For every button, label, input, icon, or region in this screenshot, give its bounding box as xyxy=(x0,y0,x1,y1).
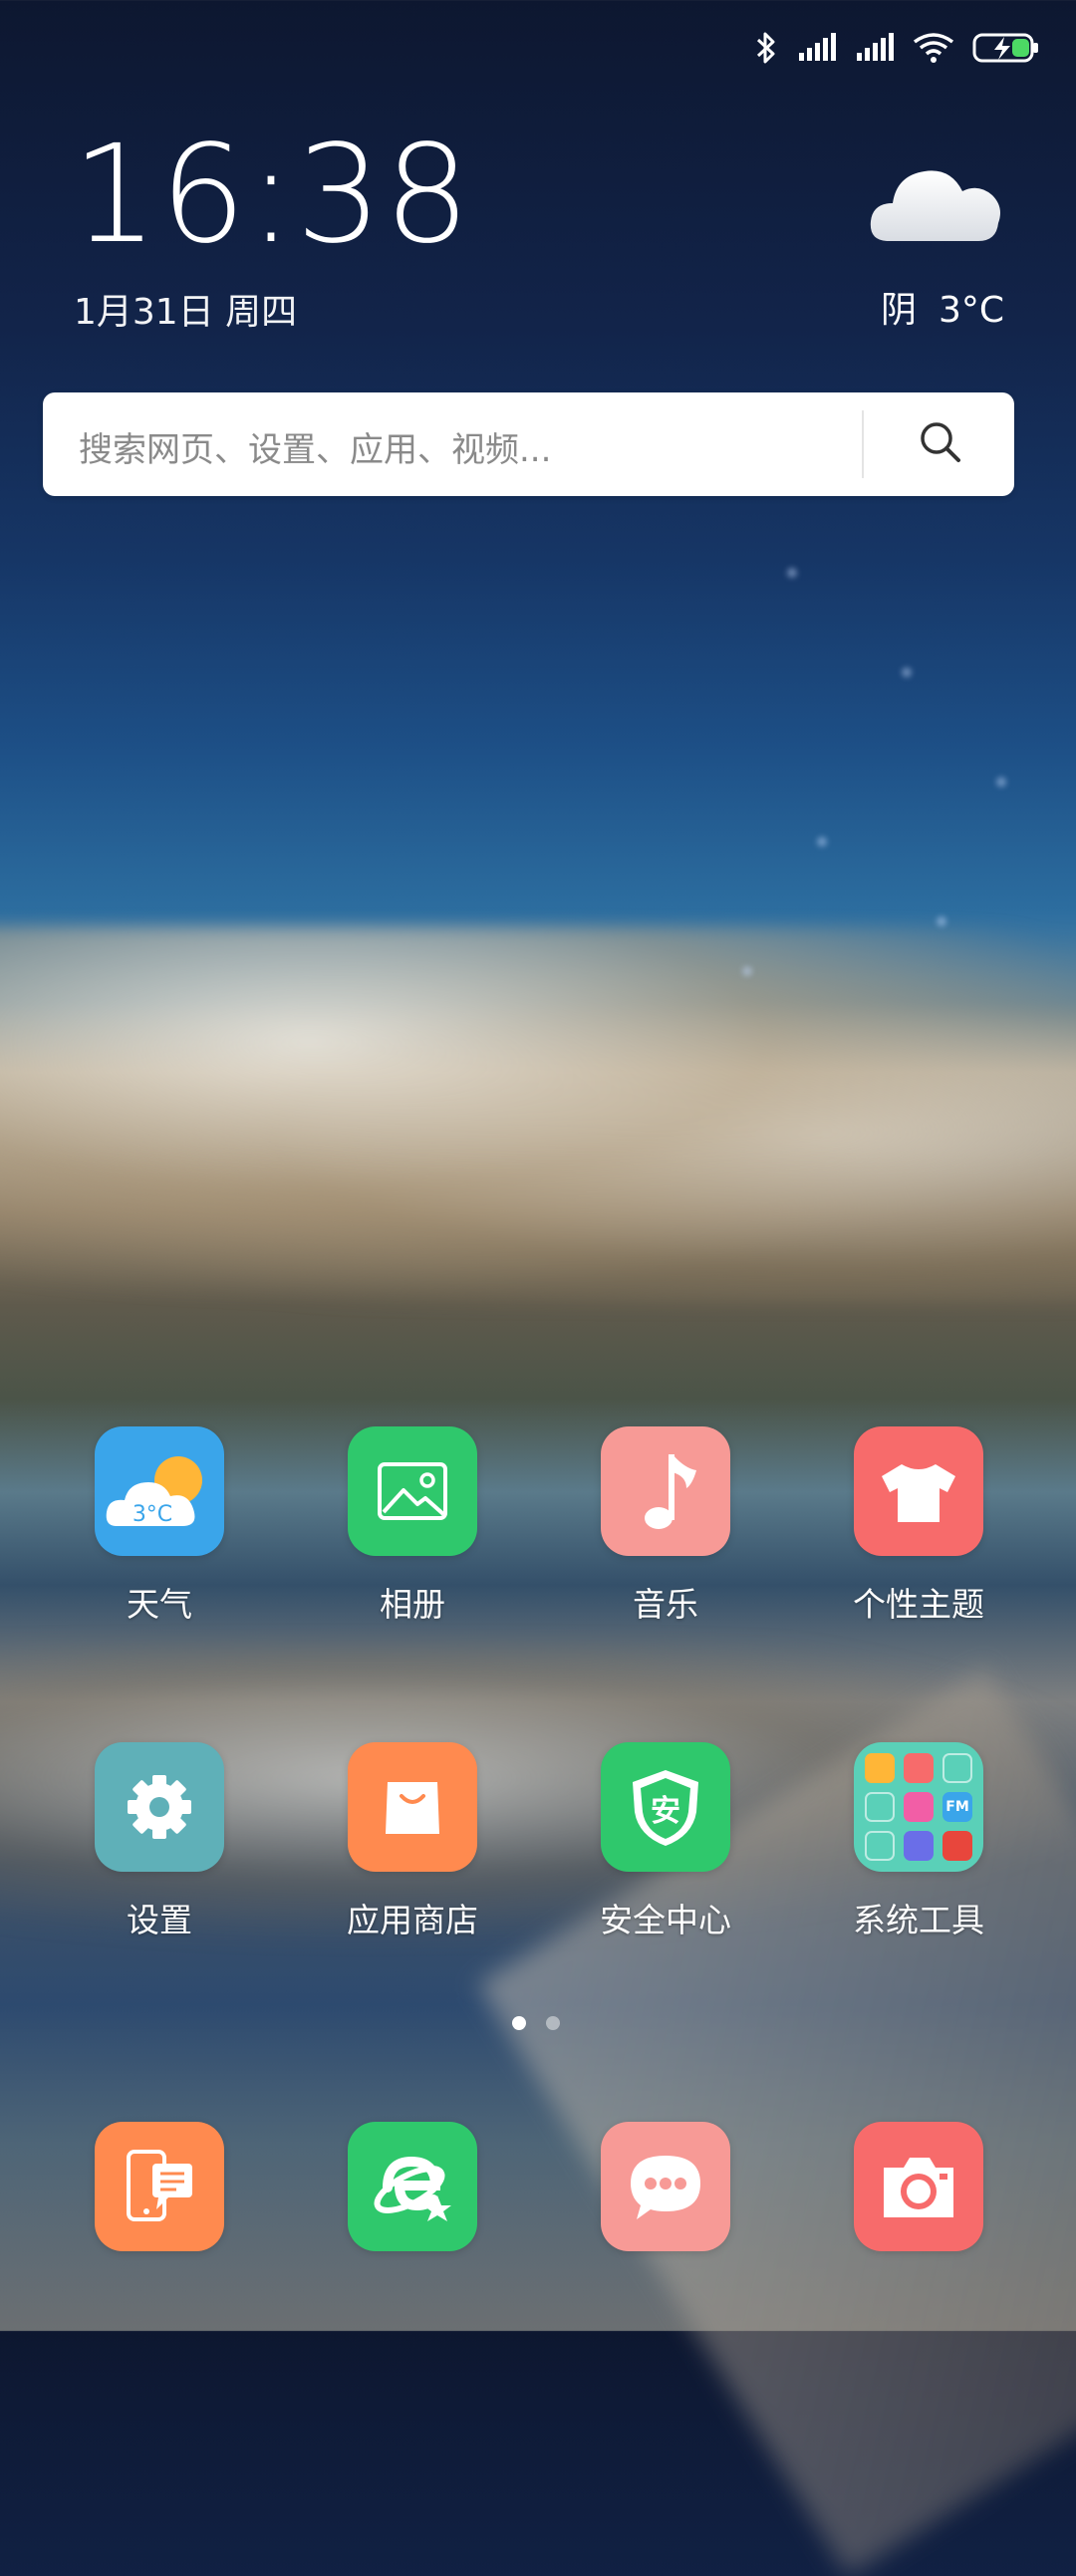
app-music[interactable]: 音乐 xyxy=(566,1426,765,1626)
app-gallery[interactable]: 相册 xyxy=(313,1426,512,1626)
app-theme[interactable]: 个性主题 xyxy=(819,1426,1018,1626)
app-store-icon xyxy=(348,1742,477,1872)
settings-icon xyxy=(95,1742,224,1872)
search-icon xyxy=(919,420,962,468)
security-icon: 安 xyxy=(601,1742,730,1872)
wallpaper-star xyxy=(937,916,946,926)
app-folder-system-tools[interactable]: FM 系统工具 xyxy=(819,1742,1018,1941)
wallpaper-star xyxy=(996,777,1006,787)
mini-app-icon: FM xyxy=(942,1792,972,1822)
bluetooth-icon xyxy=(753,30,779,66)
app-label: 相册 xyxy=(380,1585,445,1624)
gallery-icon xyxy=(348,1426,477,1556)
wifi-icon xyxy=(913,32,954,64)
wallpaper-star xyxy=(787,568,797,578)
weather-icon-temp: 3°C xyxy=(133,1502,172,1527)
mini-app-icon xyxy=(904,1792,934,1822)
signal-icon xyxy=(855,33,895,63)
clock-date[interactable]: 1月31日 周四 xyxy=(74,283,297,335)
wallpaper-star xyxy=(742,966,752,976)
dock-camera[interactable] xyxy=(819,2122,1018,2251)
wallpaper-mountains xyxy=(0,926,1076,1305)
weather-temperature: 3°C xyxy=(938,290,1004,331)
weather-condition: 阴 xyxy=(880,290,917,331)
camera-icon xyxy=(854,2122,983,2251)
phone-icon xyxy=(95,2122,224,2251)
app-label: 天气 xyxy=(127,1585,192,1624)
mini-app-icon xyxy=(865,1831,895,1861)
mini-app-icon xyxy=(942,1753,972,1783)
folder-icon: FM xyxy=(854,1742,983,1872)
status-bar xyxy=(753,28,1040,68)
search-bar[interactable]: 搜索网页、设置、应用、视频... xyxy=(43,392,1014,496)
folder-app-grid: FM xyxy=(865,1753,972,1861)
security-icon-text: 安 xyxy=(651,1794,680,1829)
mini-app-icon xyxy=(904,1753,934,1783)
dock-phone[interactable] xyxy=(60,2122,259,2251)
page-dot-active[interactable] xyxy=(512,2016,526,2030)
app-label: 安全中心 xyxy=(600,1901,731,1939)
dock-messages[interactable] xyxy=(566,2122,765,2251)
app-label: 个性主题 xyxy=(853,1585,984,1624)
app-label: 设置 xyxy=(127,1901,192,1939)
app-weather[interactable]: 3°C 天气 xyxy=(60,1426,259,1626)
page-indicator[interactable] xyxy=(512,2016,560,2030)
search-input[interactable]: 搜索网页、设置、应用、视频... xyxy=(79,422,551,471)
app-label: 应用商店 xyxy=(347,1901,478,1939)
app-store[interactable]: 应用商店 xyxy=(313,1742,512,1941)
mini-app-icon xyxy=(942,1831,972,1861)
mini-app-icon xyxy=(865,1753,895,1783)
dock-browser[interactable] xyxy=(313,2122,512,2251)
cloud-icon[interactable] xyxy=(867,149,1006,253)
wallpaper-star xyxy=(902,667,912,677)
mini-app-icon xyxy=(904,1831,934,1861)
battery-charging-icon xyxy=(972,32,1040,64)
wallpaper-star xyxy=(817,837,827,847)
weather-info[interactable]: 阴 3°C xyxy=(881,281,1004,333)
app-settings[interactable]: 设置 xyxy=(60,1742,259,1941)
browser-icon xyxy=(348,2122,477,2251)
app-label: 音乐 xyxy=(633,1585,698,1624)
app-security[interactable]: 安 安全中心 xyxy=(566,1742,765,1941)
fm-label: FM xyxy=(945,1799,969,1815)
search-divider xyxy=(862,410,864,478)
theme-icon xyxy=(854,1426,983,1556)
music-icon xyxy=(601,1426,730,1556)
app-label: 系统工具 xyxy=(853,1901,984,1939)
weather-icon: 3°C xyxy=(95,1426,224,1556)
messages-icon xyxy=(601,2122,730,2251)
page-dot[interactable] xyxy=(546,2016,560,2030)
search-button[interactable] xyxy=(866,392,1014,496)
mini-app-icon xyxy=(865,1792,895,1822)
signal-icon xyxy=(797,33,837,63)
clock-time[interactable]: 16:38 xyxy=(72,128,472,263)
